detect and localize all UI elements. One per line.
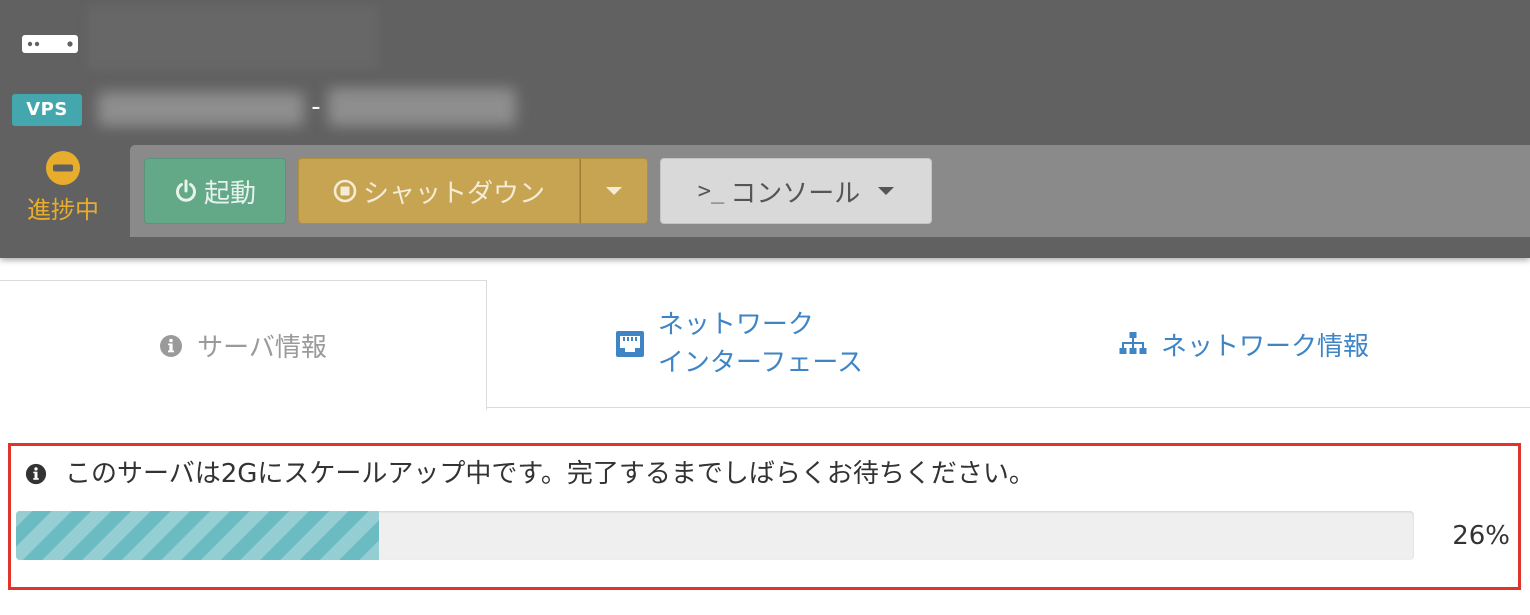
vps-badge: VPS	[12, 94, 82, 126]
tab-label: ネットワーク インターフェース	[658, 306, 863, 382]
shutdown-dropdown-toggle[interactable]	[580, 158, 648, 224]
server-icon	[22, 35, 78, 53]
ethernet-port-icon	[615, 331, 644, 357]
server-status: 進捗中	[10, 148, 116, 238]
caret-down-icon	[606, 187, 622, 195]
tab-network-interface[interactable]: ネットワーク インターフェース	[487, 280, 992, 408]
server-tabs: サーバ情報 ネットワーク インターフェース ネットワーク情報	[0, 280, 1530, 410]
terminal-icon: >_	[697, 178, 725, 204]
tab-label-line1: ネットワーク	[657, 310, 814, 340]
progress-bar	[16, 511, 1414, 560]
caret-down-icon	[878, 187, 895, 195]
tab-network-info[interactable]: ネットワーク情報	[992, 280, 1496, 408]
shutdown-button-label: シャットダウン	[362, 178, 545, 209]
action-toolbar: 起動 シャットダウン >_ コンソール	[130, 145, 1530, 237]
sitemap-icon	[1119, 332, 1147, 354]
notice-message: このサーバは2Gにスケールアップ中です。完了するまでしばらくお待ちください。	[65, 459, 1035, 489]
redacted-server-name	[98, 92, 304, 126]
tab-server-info[interactable]: サーバ情報	[0, 280, 487, 410]
start-button[interactable]: 起動	[144, 158, 286, 224]
redacted-ip-address	[328, 88, 516, 126]
minus-circle-icon	[46, 151, 80, 185]
info-circle-icon	[160, 334, 183, 357]
start-button-label: 起動	[203, 178, 256, 209]
stop-circle-icon	[333, 179, 357, 203]
console-button[interactable]: >_ コンソール	[660, 158, 932, 224]
scale-up-notice: このサーバは2Gにスケールアップ中です。完了するまでしばらくお待ちください。 2…	[8, 443, 1521, 590]
tab-label: ネットワーク情報	[1160, 331, 1369, 362]
status-label: 進捗中	[27, 196, 99, 224]
progress-bar-fill	[16, 511, 380, 560]
console-button-label: コンソール	[730, 178, 861, 209]
power-icon	[176, 179, 196, 202]
progress-percent: 26%	[1452, 521, 1510, 551]
tab-label-line2: インターフェース	[657, 348, 864, 378]
redacted-area	[88, 6, 378, 70]
name-separator: -	[311, 92, 321, 122]
shutdown-button[interactable]: シャットダウン	[298, 158, 580, 224]
tab-label: サーバ情報	[197, 333, 327, 363]
info-circle-icon	[25, 463, 47, 485]
server-header: VPS - 進捗中 起動 シャットダウン >_ コンソール	[0, 0, 1530, 258]
